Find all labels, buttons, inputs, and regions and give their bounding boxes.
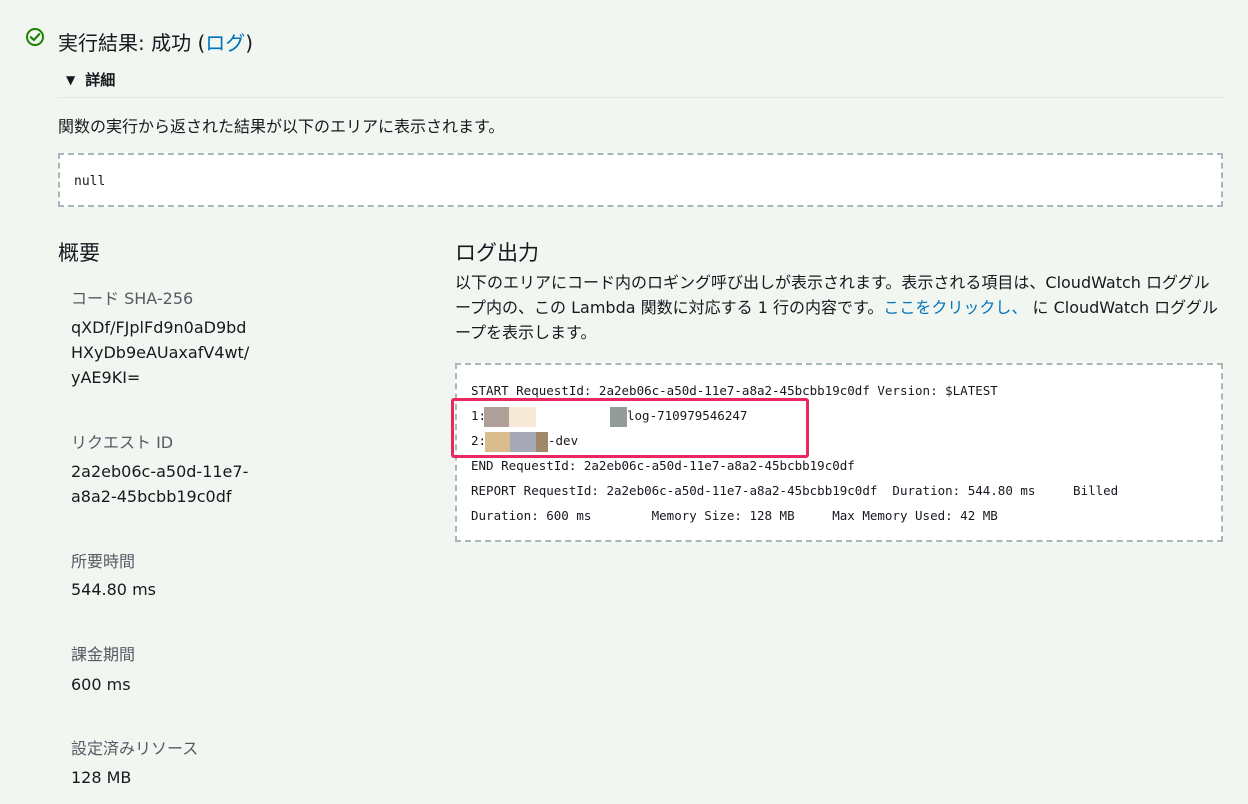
details-label: 詳細	[85, 71, 116, 89]
log-output-description: 以下のエリアにコード内のロギング呼び出しが表示されます。表示される項目は、Clo…	[455, 270, 1225, 345]
billed-duration-label: 課金期間	[71, 645, 136, 664]
log-link[interactable]: ログ	[205, 31, 245, 55]
code-sha-value: qXDf/FJplFd9n0aD9bd HXyDb9eAUaxafV4wt/ y…	[71, 315, 249, 390]
result-output-text: null	[74, 174, 106, 189]
request-id-value: 2a2eb06c-a50d-11e7- a8a2-45bcbb19c0df	[71, 459, 248, 509]
title-paren-close: )	[245, 31, 254, 55]
configured-resources-value: 128 MB	[71, 768, 132, 787]
code-sha-label: コード SHA-256	[71, 289, 194, 308]
code-sha-line: yAE9KI=	[71, 368, 141, 387]
summary-title: 概要	[58, 241, 100, 265]
request-id-label: リクエスト ID	[71, 433, 174, 452]
highlight-annotation	[451, 398, 809, 458]
log-line-end: END RequestId: 2a2eb06c-a50d-11e7-a8a2-4…	[471, 458, 855, 473]
code-sha-line: qXDf/FJplFd9n0aD9bd	[71, 318, 247, 337]
details-toggle[interactable]: ▼ 詳細	[66, 69, 115, 90]
billed-duration-value: 600 ms	[71, 675, 131, 694]
duration-label: 所要時間	[71, 552, 136, 571]
code-sha-line: HXyDb9eAUaxafV4wt/	[71, 343, 250, 362]
cloudwatch-link[interactable]: ここをクリックし、	[883, 298, 1027, 317]
log-output-title: ログ出力	[455, 241, 539, 265]
success-check-icon	[26, 28, 44, 46]
result-output-box: null	[58, 153, 1223, 207]
execution-result-title: 実行結果: 成功 (ログ)	[58, 27, 253, 56]
log-line-start: START RequestId: 2a2eb06c-a50d-11e7-a8a2…	[471, 383, 998, 398]
configured-resources-label: 設定済みリソース	[71, 739, 199, 758]
log-line-report-cont: Duration: 600 ms Memory Size: 128 MB Max…	[471, 508, 998, 523]
request-id-line: a8a2-45bcbb19c0df	[71, 487, 232, 506]
caret-down-icon: ▼	[66, 73, 76, 87]
result-status-text: 実行結果: 成功 (	[58, 31, 206, 55]
log-line-report: REPORT RequestId: 2a2eb06c-a50d-11e7-a8a…	[471, 483, 1119, 498]
result-description: 関数の実行から返された結果が以下のエリアに表示されます。	[58, 117, 505, 136]
divider	[58, 97, 1224, 98]
duration-value: 544.80 ms	[71, 580, 156, 599]
request-id-line: 2a2eb06c-a50d-11e7-	[71, 462, 249, 481]
